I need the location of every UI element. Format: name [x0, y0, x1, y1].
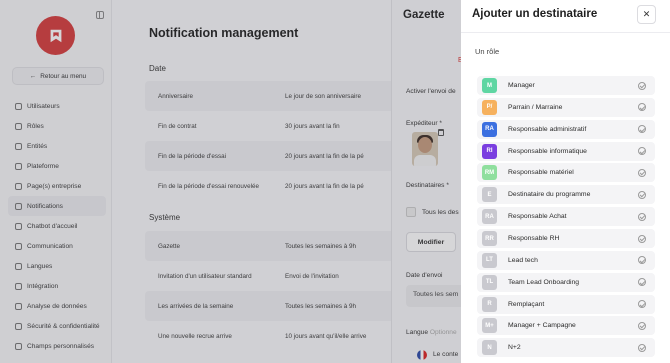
role-name: Manager	[508, 82, 535, 89]
check-circle-icon[interactable]	[638, 256, 646, 265]
role-badge: RA	[482, 209, 497, 225]
role-name: Responsable matériel	[508, 169, 574, 177]
role-item[interactable]: RI Responsable informatique	[477, 141, 655, 161]
role-badge: LT	[482, 252, 497, 268]
check-circle-icon[interactable]	[638, 343, 646, 352]
check-circle-icon[interactable]	[638, 168, 646, 177]
role-name: N+2	[508, 344, 521, 352]
role-item[interactable]: M Manager	[477, 76, 655, 95]
role-name: Responsable administratif	[508, 125, 587, 133]
modal-overlay[interactable]	[0, 0, 461, 363]
check-circle-icon[interactable]	[638, 278, 646, 287]
role-badge: P/	[482, 99, 497, 115]
check-circle-icon[interactable]	[638, 103, 646, 112]
role-name: Team Lead Onboarding	[508, 278, 580, 286]
check-circle-icon[interactable]	[638, 125, 646, 134]
role-list: M Manager P/Parrain / Marraine RA Responsabl…	[477, 76, 655, 358]
check-circle-icon[interactable]	[638, 147, 646, 156]
role-name: Destinataire du programme	[508, 191, 591, 199]
check-circle-icon[interactable]	[638, 234, 646, 243]
role-item[interactable]: M+ Manager + Campagne	[477, 316, 655, 336]
role-item[interactable]: P/Parrain / Marraine	[477, 97, 655, 117]
check-circle-icon[interactable]	[638, 190, 646, 199]
role-item[interactable]: TL Team Lead Onboarding	[477, 272, 655, 292]
role-badge: TL	[482, 274, 497, 290]
role-name: Responsable RH	[508, 235, 560, 243]
role-item[interactable]: RR Responsable RH	[477, 229, 655, 249]
role-badge: N	[482, 340, 497, 356]
check-circle-icon[interactable]	[638, 300, 646, 309]
role-name: Manager + Campagne	[508, 322, 576, 330]
role-badge: E	[482, 187, 497, 203]
role-item[interactable]: RA Responsable Achat	[477, 207, 655, 227]
role-item[interactable]: R Remplaçant	[477, 294, 655, 314]
check-circle-icon[interactable]	[638, 81, 646, 90]
role-item[interactable]: E Destinataire du programme	[477, 185, 655, 205]
panel-divider	[461, 32, 670, 33]
role-badge: RR	[482, 231, 497, 247]
role-name: Responsable informatique	[508, 147, 587, 155]
role-badge: RI	[482, 143, 497, 159]
role-item[interactable]: N N+2	[477, 338, 655, 358]
check-circle-icon[interactable]	[638, 321, 646, 330]
role-section-label: Un rôle	[475, 47, 500, 56]
check-circle-icon[interactable]	[638, 212, 646, 221]
role-badge: M+	[482, 318, 497, 334]
role-item[interactable]: RM Responsable matériel	[477, 163, 655, 183]
close-icon: ✕	[642, 9, 651, 19]
panel-title: Ajouter un destinataire	[472, 8, 598, 20]
role-name: Responsable Achat	[508, 213, 567, 221]
role-badge: M	[482, 78, 497, 93]
role-name: Parrain / Marraine	[508, 103, 563, 111]
role-item[interactable]: RA Responsable administratif	[477, 119, 655, 139]
close-button[interactable]: ✕	[637, 5, 656, 24]
role-item[interactable]: LT Lead tech	[477, 250, 655, 270]
role-badge: RA	[482, 121, 497, 137]
add-recipient-panel: Ajouter un destinataire ✕ Un rôle M Manag…	[461, 0, 670, 363]
role-name: Remplaçant	[508, 300, 545, 308]
role-badge: RM	[482, 165, 497, 181]
role-badge: R	[482, 296, 497, 312]
role-name: Lead tech	[508, 256, 538, 264]
